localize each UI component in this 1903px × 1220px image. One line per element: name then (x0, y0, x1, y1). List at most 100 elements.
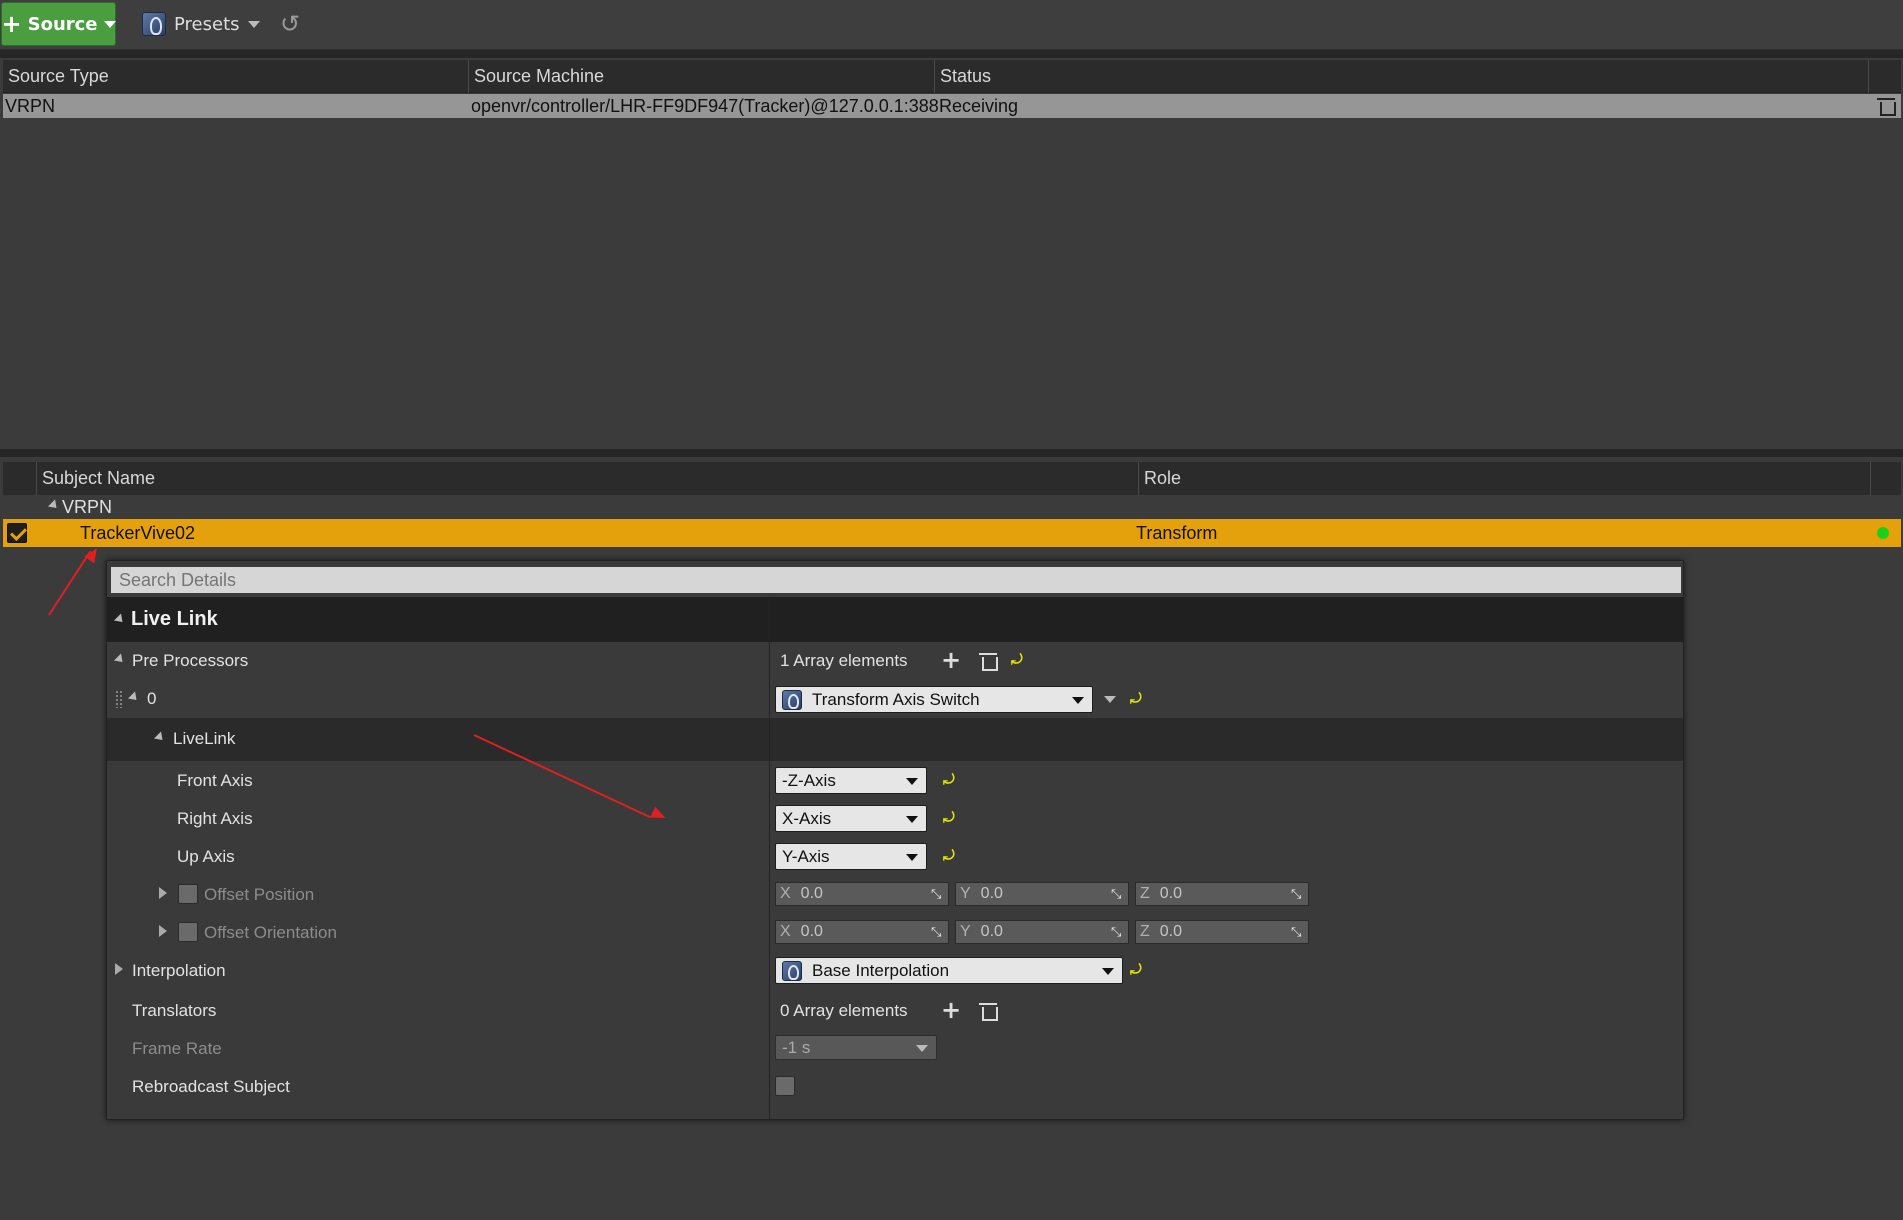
trash-icon[interactable] (979, 653, 998, 671)
subject-group-row[interactable]: VRPN (3, 496, 1901, 518)
interpolation-row: Interpolation Base Interpolation ⤾ (107, 951, 1683, 989)
plus-icon: + (1, 10, 22, 38)
offset-orientation-x-field[interactable]: X 0.0 ⤡ (775, 920, 949, 944)
unreal-logo-icon (782, 960, 802, 981)
chevron-down-icon (247, 20, 260, 28)
details-panel: Live Link Pre Processors 1 Array element… (106, 560, 1684, 1120)
category-title-text: Live Link (131, 608, 218, 630)
trash-icon[interactable] (1877, 98, 1896, 116)
reset-to-default-icon[interactable]: ⤾ (1130, 963, 1142, 977)
resize-icon[interactable]: ⤡ (1291, 887, 1303, 900)
array-count-text: 0 Array elements (780, 1001, 908, 1020)
up-axis-row: Up Axis Y-Axis ⤾ (107, 837, 1683, 875)
unreal-logo-icon (142, 12, 166, 36)
expand-arrow-icon[interactable] (159, 925, 167, 937)
expand-arrow-icon[interactable] (113, 653, 127, 666)
offset-position-z-field[interactable]: Z 0.0 ⤡ (1135, 882, 1309, 906)
expand-arrow-icon[interactable] (47, 499, 61, 512)
pre-processors-row: Pre Processors 1 Array elements + ⤾ (107, 642, 1683, 680)
offset-position-label: Offset Position (204, 885, 315, 904)
front-axis-combo[interactable]: -Z-Axis (775, 767, 927, 794)
resize-icon[interactable]: ⤡ (931, 925, 943, 938)
subject-enabled-checkbox[interactable] (7, 523, 27, 543)
column-subject-name[interactable]: Subject Name (37, 462, 1139, 495)
expand-arrow-icon[interactable] (127, 691, 141, 704)
add-source-button[interactable]: + Source (1, 2, 116, 46)
array-count-text: 1 Array elements (780, 651, 908, 670)
offset-position-checkbox[interactable] (178, 884, 198, 904)
column-status[interactable]: Status (935, 60, 1869, 93)
offset-position-x-field[interactable]: X 0.0 ⤡ (775, 882, 949, 906)
column-divider[interactable] (769, 597, 770, 1120)
column-source-machine[interactable]: Source Machine (469, 60, 935, 93)
source-type-cell: VRPN (5, 96, 56, 116)
subject-name-cell: TrackerVive02 (80, 523, 196, 543)
source-status-cell: Receiving (939, 96, 1019, 116)
interpolation-value: Base Interpolation (812, 960, 950, 980)
category-title: Live Link (113, 597, 218, 642)
splitter[interactable] (0, 449, 1903, 457)
reset-to-default-icon[interactable]: ⤾ (1130, 692, 1142, 706)
expand-arrow-icon[interactable] (115, 963, 123, 975)
table-row[interactable]: VRPN openvr/controller/LHR-FF9DF947(Trac… (3, 94, 1901, 118)
expand-arrow-icon[interactable] (153, 731, 167, 744)
offset-orientation-y-field[interactable]: Y 0.0 ⤡ (955, 920, 1129, 944)
livelink-subcategory-row[interactable]: LiveLink (107, 718, 1683, 761)
revert-button[interactable]: ↺ (274, 8, 306, 40)
chevron-down-icon (906, 816, 918, 823)
sources-table-header: Source Type Source Machine Status (3, 60, 1901, 93)
drag-handle-icon[interactable] (115, 690, 123, 708)
reset-to-default-icon[interactable]: ⤾ (943, 773, 955, 787)
y-axis-letter: Y (960, 923, 971, 940)
offset-orientation-checkbox[interactable] (178, 922, 198, 942)
subject-row-selected[interactable]: TrackerVive02 Transform (3, 519, 1901, 547)
trash-icon[interactable] (979, 1003, 998, 1021)
rebroadcast-subject-label: Rebroadcast Subject (132, 1077, 290, 1096)
right-axis-combo[interactable]: X-Axis (775, 805, 927, 832)
annotation-arrowhead-icon (84, 544, 102, 564)
rebroadcast-subject-checkbox[interactable] (775, 1076, 795, 1096)
up-axis-combo[interactable]: Y-Axis (775, 843, 927, 870)
up-axis-value: Y-Axis (782, 846, 830, 866)
resize-icon[interactable]: ⤡ (1111, 887, 1123, 900)
element-menu-icon[interactable] (1104, 696, 1116, 703)
offset-orientation-row: Offset Orientation X 0.0 ⤡ Y 0.0 ⤡ Z 0.0 ⤡ (107, 913, 1683, 951)
front-axis-row: Front Axis -Z-Axis ⤾ (107, 761, 1683, 799)
group-label: VRPN (62, 497, 113, 517)
translators-label: Translators (132, 1001, 217, 1020)
subject-role-cell: Transform (1136, 523, 1218, 543)
column-source-type[interactable]: Source Type (3, 60, 469, 93)
search-details-input[interactable] (111, 567, 1681, 593)
presets-button[interactable]: Presets (138, 6, 264, 42)
add-element-icon[interactable]: + (941, 648, 961, 672)
interpolation-combo[interactable]: Base Interpolation (775, 957, 1123, 984)
resize-icon[interactable]: ⤡ (931, 887, 943, 900)
expand-arrow-icon (113, 613, 127, 626)
resize-icon[interactable]: ⤡ (1291, 925, 1303, 938)
splitter[interactable] (0, 50, 1903, 58)
reset-to-default-icon[interactable]: ⤾ (1011, 653, 1023, 667)
offset-position-row: Offset Position X 0.0 ⤡ Y 0.0 ⤡ Z 0.0 ⤡ (107, 875, 1683, 913)
expand-arrow-icon[interactable] (159, 887, 167, 899)
preprocessor-class-value: Transform Axis Switch (812, 689, 980, 709)
column-role[interactable]: Role (1139, 462, 1871, 495)
z-axis-letter: Z (1140, 885, 1150, 902)
offset-orientation-z-field[interactable]: Z 0.0 ⤡ (1135, 920, 1309, 944)
translators-row: Translators 0 Array elements + (107, 989, 1683, 1029)
offset-position-y-field[interactable]: Y 0.0 ⤡ (955, 882, 1129, 906)
pre-processors-label: Pre Processors (132, 651, 249, 670)
add-element-icon[interactable]: + (941, 998, 961, 1022)
undo-icon: ↺ (279, 10, 301, 38)
presets-label: Presets (174, 13, 240, 35)
y-value: 0.0 (980, 923, 1003, 940)
category-header[interactable]: Live Link (107, 597, 1683, 642)
reset-to-default-icon[interactable]: ⤾ (943, 849, 955, 863)
reset-to-default-icon[interactable]: ⤾ (943, 811, 955, 825)
preprocessor-class-combo[interactable]: Transform Axis Switch (775, 686, 1093, 713)
offset-orientation-label: Offset Orientation (204, 923, 337, 942)
resize-icon[interactable]: ⤡ (1111, 925, 1123, 938)
frame-rate-row: Frame Rate -1 s (107, 1029, 1683, 1067)
x-axis-letter: X (780, 923, 791, 940)
right-axis-row: Right Axis X-Axis ⤾ (107, 799, 1683, 837)
z-value: 0.0 (1159, 885, 1183, 902)
